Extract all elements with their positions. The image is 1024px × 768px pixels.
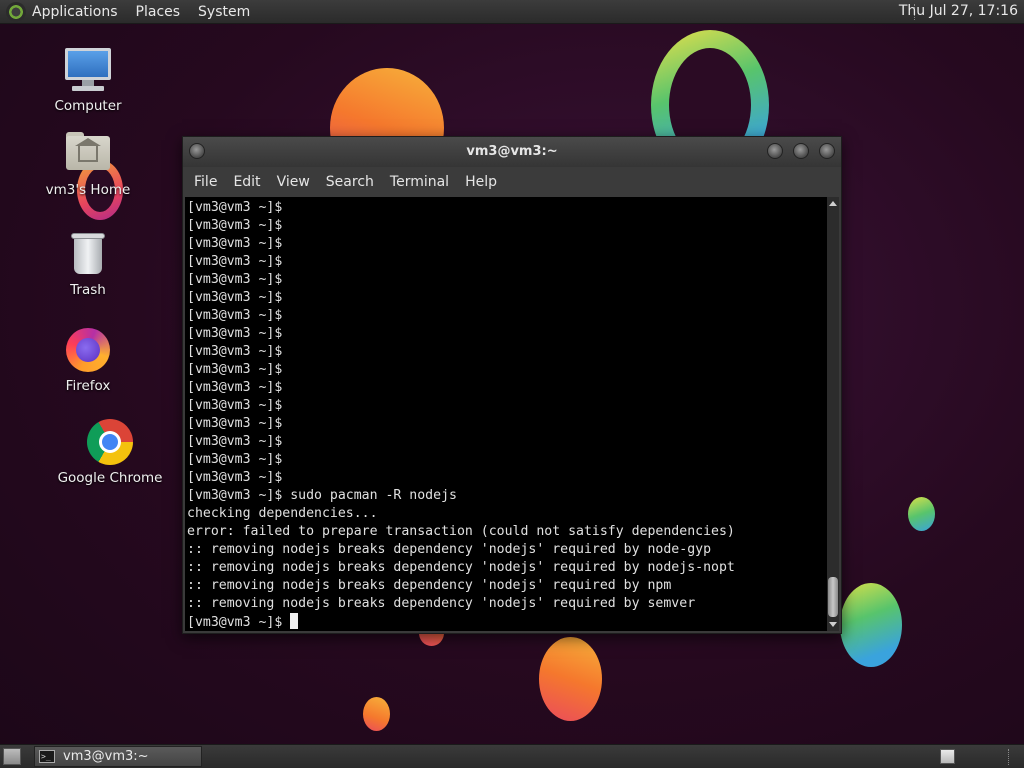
terminal-line: [vm3@vm3 ~]$ [187, 362, 283, 377]
terminal-menubar: File Edit View Search Terminal Help [183, 167, 841, 197]
computer-icon [64, 46, 112, 94]
window-title: vm3@vm3:~ [466, 144, 558, 159]
menu-file[interactable]: File [187, 170, 224, 194]
menu-edit[interactable]: Edit [226, 170, 267, 194]
terminal-line: [vm3@vm3 ~]$ [187, 416, 283, 431]
home-folder-icon [64, 130, 112, 178]
workspace-switcher[interactable] [940, 749, 955, 764]
taskbar-item-terminal[interactable]: >_ vm3@vm3:~ [34, 746, 202, 767]
window-menu-button[interactable] [189, 143, 205, 159]
terminal-line: [vm3@vm3 ~]$ [187, 290, 283, 305]
menu-help[interactable]: Help [458, 170, 504, 194]
terminal-line: [vm3@vm3 ~]$ sudo pacman -R nodejs [187, 488, 457, 503]
terminal-line: [vm3@vm3 ~]$ [187, 398, 283, 413]
terminal-line: [vm3@vm3 ~]$ [187, 200, 283, 215]
desktop-icon-label: vm3's Home [45, 182, 131, 198]
firefox-icon [64, 326, 112, 374]
terminal-window[interactable]: vm3@vm3:~ File Edit View Search Terminal… [182, 136, 842, 634]
terminal-line: [vm3@vm3 ~]$ [187, 326, 283, 341]
desktop-icon-label: Firefox [65, 378, 111, 394]
desktop-icon-computer[interactable]: Computer [28, 46, 148, 114]
terminal-line: [vm3@vm3 ~]$ [187, 452, 283, 467]
terminal-scrollbar[interactable] [827, 197, 839, 631]
desktop-icon-label: Computer [54, 98, 122, 114]
terminal-line: [vm3@vm3 ~]$ [187, 344, 283, 359]
desktop-icon-chrome[interactable]: Google Chrome [50, 418, 170, 486]
decorative-ball-right [840, 583, 902, 667]
terminal-line: error: failed to prepare transaction (co… [187, 524, 735, 539]
menu-applications[interactable]: Applications [32, 4, 118, 20]
menu-view[interactable]: View [270, 170, 317, 194]
desktop-icon-label: Google Chrome [57, 470, 163, 486]
taskbar-item-label: vm3@vm3:~ [63, 749, 149, 764]
desktop-icon-firefox[interactable]: Firefox [28, 326, 148, 394]
close-button[interactable] [819, 143, 835, 159]
terminal-output[interactable]: [vm3@vm3 ~]$ [vm3@vm3 ~]$ [vm3@vm3 ~]$ [vm3… [185, 197, 827, 631]
terminal-line: :: removing nodejs breaks dependency 'no… [187, 542, 712, 557]
terminal-line: [vm3@vm3 ~]$ [187, 434, 283, 449]
menu-system[interactable]: System [198, 4, 250, 20]
terminal-line: [vm3@vm3 ~]$ [187, 470, 283, 485]
terminal-line: :: removing nodejs breaks dependency 'no… [187, 560, 735, 575]
terminal-prompt-line: [vm3@vm3 ~]$ [187, 613, 827, 631]
scroll-up-arrow-icon[interactable] [829, 201, 837, 206]
text-cursor [290, 613, 299, 629]
window-titlebar[interactable]: vm3@vm3:~ [183, 137, 841, 167]
terminal-prompt: [vm3@vm3 ~]$ [187, 615, 291, 630]
decorative-ball-small [363, 697, 390, 731]
top-panel: Applications Places System Thu Jul 27, 1… [0, 0, 1024, 24]
decorative-ball-mid [539, 637, 602, 721]
panel-separator [1008, 749, 1010, 765]
scroll-down-arrow-icon[interactable] [829, 622, 837, 627]
chrome-icon [86, 418, 134, 466]
terminal-line: [vm3@vm3 ~]$ [187, 308, 283, 323]
clock[interactable]: Thu Jul 27, 17:16 [899, 3, 1018, 19]
scrollbar-thumb[interactable] [828, 577, 838, 617]
decorative-ball-tiny [908, 497, 935, 531]
terminal-line: [vm3@vm3 ~]$ [187, 272, 283, 287]
distro-logo-icon[interactable] [6, 1, 26, 22]
terminal-lines: [vm3@vm3 ~]$ [vm3@vm3 ~]$ [vm3@vm3 ~]$ [vm3… [185, 197, 827, 631]
terminal-line: [vm3@vm3 ~]$ [187, 236, 283, 251]
bottom-panel: >_ vm3@vm3:~ [0, 744, 1024, 768]
terminal-line: [vm3@vm3 ~]$ [187, 254, 283, 269]
terminal-line: :: removing nodejs breaks dependency 'no… [187, 578, 672, 593]
desktop-icon-home[interactable]: vm3's Home [28, 130, 148, 198]
desktop-icon-label: Trash [70, 282, 106, 298]
terminal-line: :: removing nodejs breaks dependency 'no… [187, 596, 696, 611]
menu-search[interactable]: Search [319, 170, 381, 194]
terminal-icon: >_ [39, 750, 55, 763]
terminal-line: [vm3@vm3 ~]$ [187, 218, 283, 233]
trash-icon [64, 230, 112, 278]
terminal-line: [vm3@vm3 ~]$ [187, 380, 283, 395]
menu-places[interactable]: Places [136, 4, 181, 20]
terminal-line: checking dependencies... [187, 506, 378, 521]
maximize-button[interactable] [793, 143, 809, 159]
desktop-icon-trash[interactable]: Trash [28, 230, 148, 298]
menu-terminal[interactable]: Terminal [383, 170, 456, 194]
show-desktop-button[interactable] [3, 748, 21, 765]
minimize-button[interactable] [767, 143, 783, 159]
